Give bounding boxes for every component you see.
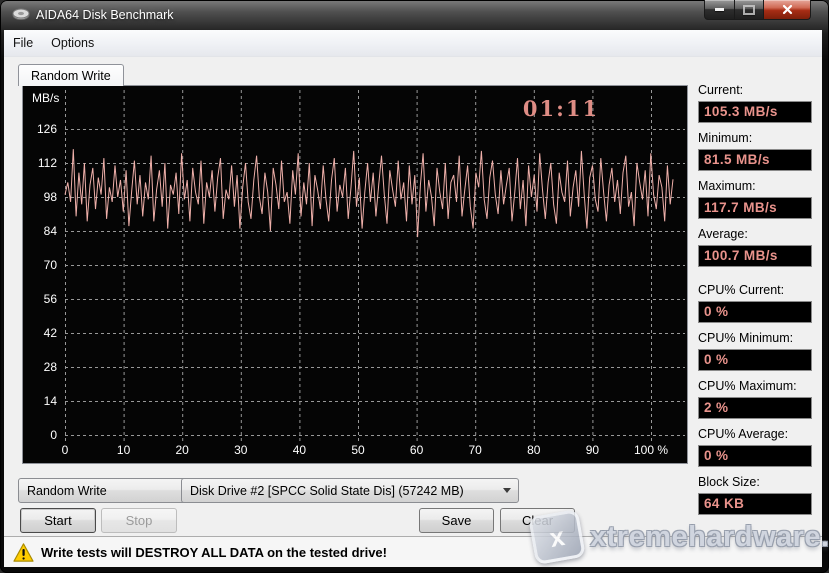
save-button[interactable]: Save: [419, 508, 494, 533]
stat-cpu-maximum: CPU% Maximum: 2 %: [698, 379, 812, 419]
aida64-disk-benchmark-window: AIDA64 Disk Benchmark File Options Rando…: [0, 0, 829, 573]
elapsed-time: 01:11: [491, 96, 631, 121]
throughput-line-series: [65, 149, 673, 237]
y-tick-label: 126: [23, 122, 57, 136]
stat-block-size-value: 64 KB: [698, 493, 812, 515]
drive-select[interactable]: Disk Drive #2 [SPCC Solid State Dis] (57…: [181, 478, 519, 503]
x-tick-label: 50: [330, 443, 386, 457]
window-title: AIDA64 Disk Benchmark: [36, 8, 174, 22]
drive-selected: Disk Drive #2 [SPCC Solid State Dis] (57…: [190, 484, 464, 498]
y-tick-label: 98: [23, 190, 57, 204]
title-bar[interactable]: AIDA64 Disk Benchmark: [0, 0, 829, 30]
stat-cpu-minimum-value: 0 %: [698, 349, 812, 371]
start-button[interactable]: Start: [20, 508, 96, 533]
stat-cpu-average-value: 0 %: [698, 445, 812, 467]
minimize-icon: [715, 8, 724, 11]
y-tick-label: 28: [23, 360, 57, 374]
test-type-selected: Random Write: [27, 484, 107, 498]
stat-average: Average: 100.7 MB/s: [698, 227, 812, 267]
x-tick-label: 20: [154, 443, 210, 457]
app-disk-icon: [12, 8, 30, 22]
maximize-icon: [743, 5, 755, 15]
stat-minimum-value: 81.5 MB/s: [698, 149, 812, 171]
x-tick-label: 60: [389, 443, 445, 457]
minimize-button[interactable]: [704, 0, 735, 20]
chevron-down-icon: [503, 488, 511, 493]
stats-panel: Current: 105.3 MB/s Minimum: 81.5 MB/s M…: [698, 83, 812, 523]
stat-maximum-value: 117.7 MB/s: [698, 197, 812, 219]
y-tick-label: 112: [23, 156, 57, 170]
menu-item-options[interactable]: Options: [42, 32, 103, 54]
stat-minimum: Minimum: 81.5 MB/s: [698, 131, 812, 171]
status-bar: Write tests will DESTROY ALL DATA on the…: [4, 536, 822, 567]
menu-item-file[interactable]: File: [4, 32, 42, 54]
stat-cpu-minimum: CPU% Minimum: 0 %: [698, 331, 812, 371]
x-tick-label: 90: [564, 443, 620, 457]
stat-cpu-maximum-value: 2 %: [698, 397, 812, 419]
window-controls: [704, 0, 811, 20]
stat-maximum: Maximum: 117.7 MB/s: [698, 179, 812, 219]
y-tick-label: 42: [23, 326, 57, 340]
client-area: File Options Random Write MB/s 01:11 0 14…: [4, 30, 822, 567]
stat-block-size: Block Size: 64 KB: [698, 475, 812, 515]
x-tick-label: 30: [213, 443, 269, 457]
stat-cpu-current-value: 0 %: [698, 301, 812, 323]
clear-button[interactable]: Clear: [500, 508, 575, 533]
y-tick-label: 0: [23, 428, 57, 442]
menu-bar: File Options: [4, 30, 822, 57]
y-tick-label: 56: [23, 292, 57, 306]
close-button[interactable]: [764, 0, 811, 20]
benchmark-chart: MB/s 01:11 01428425670849811212601020304…: [22, 85, 688, 464]
tab-label: Random Write: [31, 69, 111, 83]
stop-button[interactable]: Stop: [101, 508, 177, 533]
stat-current-value: 105.3 MB/s: [698, 101, 812, 123]
stat-cpu-average: CPU% Average: 0 %: [698, 427, 812, 467]
x-tick-label: 0: [37, 443, 93, 457]
x-tick-label: 70: [447, 443, 503, 457]
status-message: Write tests will DESTROY ALL DATA on the…: [41, 545, 387, 560]
y-tick-label: 14: [23, 394, 57, 408]
y-tick-label: 70: [23, 258, 57, 272]
y-axis-unit-label: MB/s: [32, 91, 59, 105]
warning-icon: [13, 543, 34, 562]
x-tick-label: 80: [506, 443, 562, 457]
close-icon: [782, 4, 793, 15]
stat-cpu-current: CPU% Current: 0 %: [698, 283, 812, 323]
maximize-button[interactable]: [735, 0, 764, 20]
test-type-select[interactable]: Random Write: [18, 478, 207, 503]
stat-current: Current: 105.3 MB/s: [698, 83, 812, 123]
stat-average-value: 100.7 MB/s: [698, 245, 812, 267]
tab-random-write[interactable]: Random Write: [18, 64, 124, 86]
x-tick-label: 40: [271, 443, 327, 457]
x-tick-label: 100 %: [623, 443, 679, 457]
chart-plot: [23, 86, 687, 463]
x-tick-label: 10: [96, 443, 152, 457]
y-tick-label: 84: [23, 224, 57, 238]
